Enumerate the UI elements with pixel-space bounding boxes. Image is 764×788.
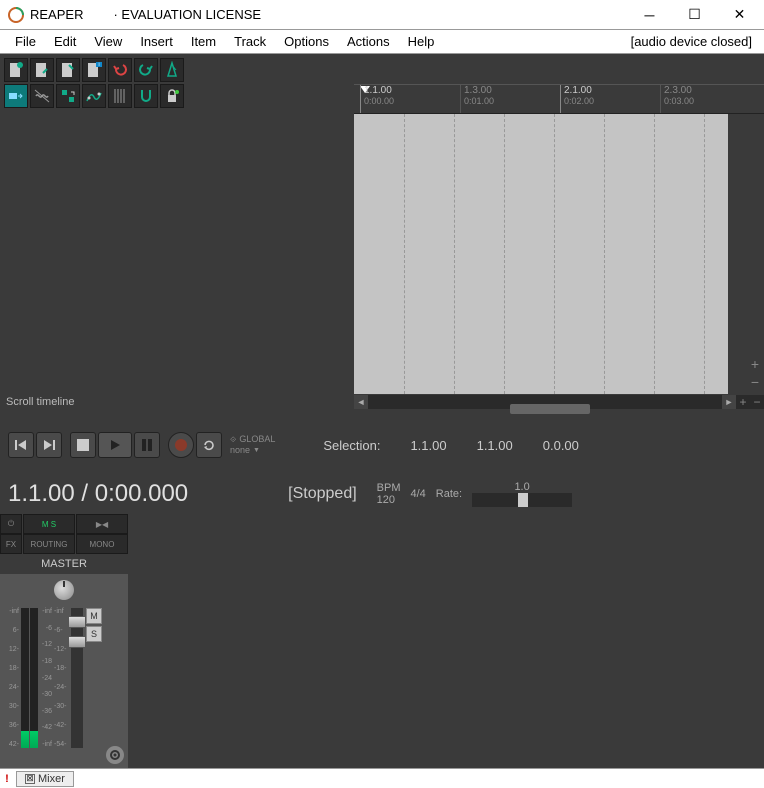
undo-icon[interactable]: [108, 58, 132, 82]
menu-track[interactable]: Track: [225, 31, 275, 52]
repeat-button[interactable]: [196, 432, 222, 458]
horizontal-scrollbar[interactable]: ◄ ► + −: [354, 395, 764, 409]
menu-view[interactable]: View: [85, 31, 131, 52]
menu-item[interactable]: Item: [182, 31, 225, 52]
ruler-tick: 1.1.000:00.00: [360, 85, 394, 113]
ruler-tick: 2.3.000:03.00: [660, 85, 694, 113]
menu-options[interactable]: Options: [275, 31, 338, 52]
hzoom-out-icon[interactable]: −: [750, 395, 764, 409]
scroll-hint: Scroll timeline: [0, 394, 354, 410]
rate-slider[interactable]: [472, 493, 572, 507]
rate-label: Rate:: [436, 488, 462, 500]
menu-insert[interactable]: Insert: [131, 31, 182, 52]
project-settings-icon[interactable]: i: [82, 58, 106, 82]
menu-edit[interactable]: Edit: [45, 31, 85, 52]
master-power-button[interactable]: ⏻: [0, 514, 22, 534]
lock-icon[interactable]: [160, 84, 184, 108]
svg-text:i: i: [98, 62, 99, 68]
fader-thumb-2[interactable]: [68, 636, 86, 648]
alert-icon[interactable]: !: [0, 773, 14, 785]
mixer-tab[interactable]: ⊠ Mixer: [16, 771, 74, 787]
app-name: REAPER: [30, 7, 83, 22]
minimize-button[interactable]: ─: [627, 0, 672, 30]
timeline-ruler[interactable]: 1.1.000:00.00 1.3.000:01.00 2.1.000:02.0…: [354, 84, 764, 114]
maximize-button[interactable]: ☐: [672, 0, 717, 30]
master-label: MASTER: [0, 554, 128, 574]
master-ms-button[interactable]: M S: [23, 514, 75, 534]
app-logo-icon: [8, 7, 24, 23]
bottom-tab-bar: ! ⊠ Mixer: [0, 768, 764, 788]
close-tab-icon[interactable]: ⊠: [25, 774, 35, 784]
audio-device-status[interactable]: [audio device closed]: [631, 34, 758, 49]
timesig[interactable]: 4/4: [411, 488, 426, 500]
menu-bar: File Edit View Insert Item Track Options…: [0, 30, 764, 54]
meter-scale-left: -inf6-12-18-24-30-36-42-: [6, 608, 20, 748]
selection-label: Selection:: [323, 438, 380, 453]
master-fx-button[interactable]: FX: [0, 534, 22, 554]
license-text: · EVALUATION LICENSE: [113, 7, 261, 22]
master-pan-knob[interactable]: [54, 580, 74, 600]
play-button[interactable]: [98, 432, 132, 458]
menu-file[interactable]: File: [6, 31, 45, 52]
ripple-edit-icon[interactable]: [30, 84, 54, 108]
menu-help[interactable]: Help: [399, 31, 444, 52]
ruler-tick: 1.3.000:01.00: [460, 85, 494, 113]
grid-icon[interactable]: [108, 84, 132, 108]
master-routing-button[interactable]: ROUTING: [23, 534, 75, 554]
rate-value[interactable]: 1.0: [514, 481, 529, 493]
master-fader[interactable]: [71, 608, 83, 748]
arrange-view: 1.1.000:00.00 1.3.000:01.00 2.1.000:02.0…: [354, 54, 764, 394]
selection-end[interactable]: 1.1.00: [477, 438, 513, 453]
master-settings-icon[interactable]: [106, 746, 124, 764]
master-mute-button[interactable]: M: [86, 608, 102, 624]
item-edit-icon[interactable]: [4, 84, 28, 108]
record-button[interactable]: [168, 432, 194, 458]
master-meter-r: [30, 608, 38, 748]
transport-bar: ⟐GLOBAL none▼ Selection: 1.1.00 1.1.00 0…: [0, 410, 764, 480]
bpm-label: BPM: [377, 482, 401, 494]
master-meter-l: [21, 608, 29, 748]
redo-icon[interactable]: [134, 58, 158, 82]
master-solo-button[interactable]: S: [86, 626, 102, 642]
scroll-left-icon[interactable]: ◄: [354, 395, 368, 409]
transport-status: [Stopped]: [288, 485, 357, 503]
menu-actions[interactable]: Actions: [338, 31, 399, 52]
global-automation[interactable]: ⟐GLOBAL none▼: [230, 434, 275, 456]
master-track: ⏻ M S ▶◀ FX ROUTING MONO MASTER -inf6-12…: [0, 514, 128, 768]
main-toolbar: i: [0, 54, 354, 394]
arrange-canvas[interactable]: [354, 114, 728, 394]
meter-scale-mid: -inf-6-12-18-24-30-36-42-inf: [39, 608, 53, 748]
open-project-icon[interactable]: [30, 58, 54, 82]
metronome-icon[interactable]: [160, 58, 184, 82]
scrollbar-thumb[interactable]: [510, 404, 590, 414]
bpm-value[interactable]: 120: [377, 494, 401, 506]
transport-time[interactable]: 1.1.00 / 0:00.000: [8, 480, 188, 508]
hzoom-in-icon[interactable]: +: [736, 395, 750, 409]
mixer-tab-label: Mixer: [38, 773, 65, 785]
mixer-panel: ⏻ M S ▶◀ FX ROUTING MONO MASTER -inf6-12…: [0, 514, 764, 768]
vzoom-in-icon[interactable]: +: [748, 358, 762, 372]
selection-start[interactable]: 1.1.00: [410, 438, 446, 453]
move-envelope-icon[interactable]: [56, 84, 80, 108]
fader-thumb[interactable]: [68, 616, 86, 628]
master-mono-button[interactable]: MONO: [76, 534, 128, 554]
vzoom-out-icon[interactable]: −: [748, 376, 762, 390]
selection-length[interactable]: 0.0.00: [543, 438, 579, 453]
master-mono-icon[interactable]: ▶◀: [76, 514, 128, 534]
go-start-button[interactable]: [8, 432, 34, 458]
snap-icon[interactable]: [134, 84, 158, 108]
stop-button[interactable]: [70, 432, 96, 458]
new-project-icon[interactable]: [4, 58, 28, 82]
pause-button[interactable]: [134, 432, 160, 458]
close-button[interactable]: ✕: [717, 0, 762, 30]
ruler-tick: 2.1.000:02.00: [560, 85, 594, 113]
meter-scale-right: -inf-6--12--18--24--30--42--54-: [54, 608, 68, 748]
scroll-right-icon[interactable]: ►: [722, 395, 736, 409]
envelope-visible-icon[interactable]: [82, 84, 106, 108]
title-bar: REAPER · EVALUATION LICENSE ─ ☐ ✕: [0, 0, 764, 30]
go-end-button[interactable]: [36, 432, 62, 458]
save-project-icon[interactable]: [56, 58, 80, 82]
